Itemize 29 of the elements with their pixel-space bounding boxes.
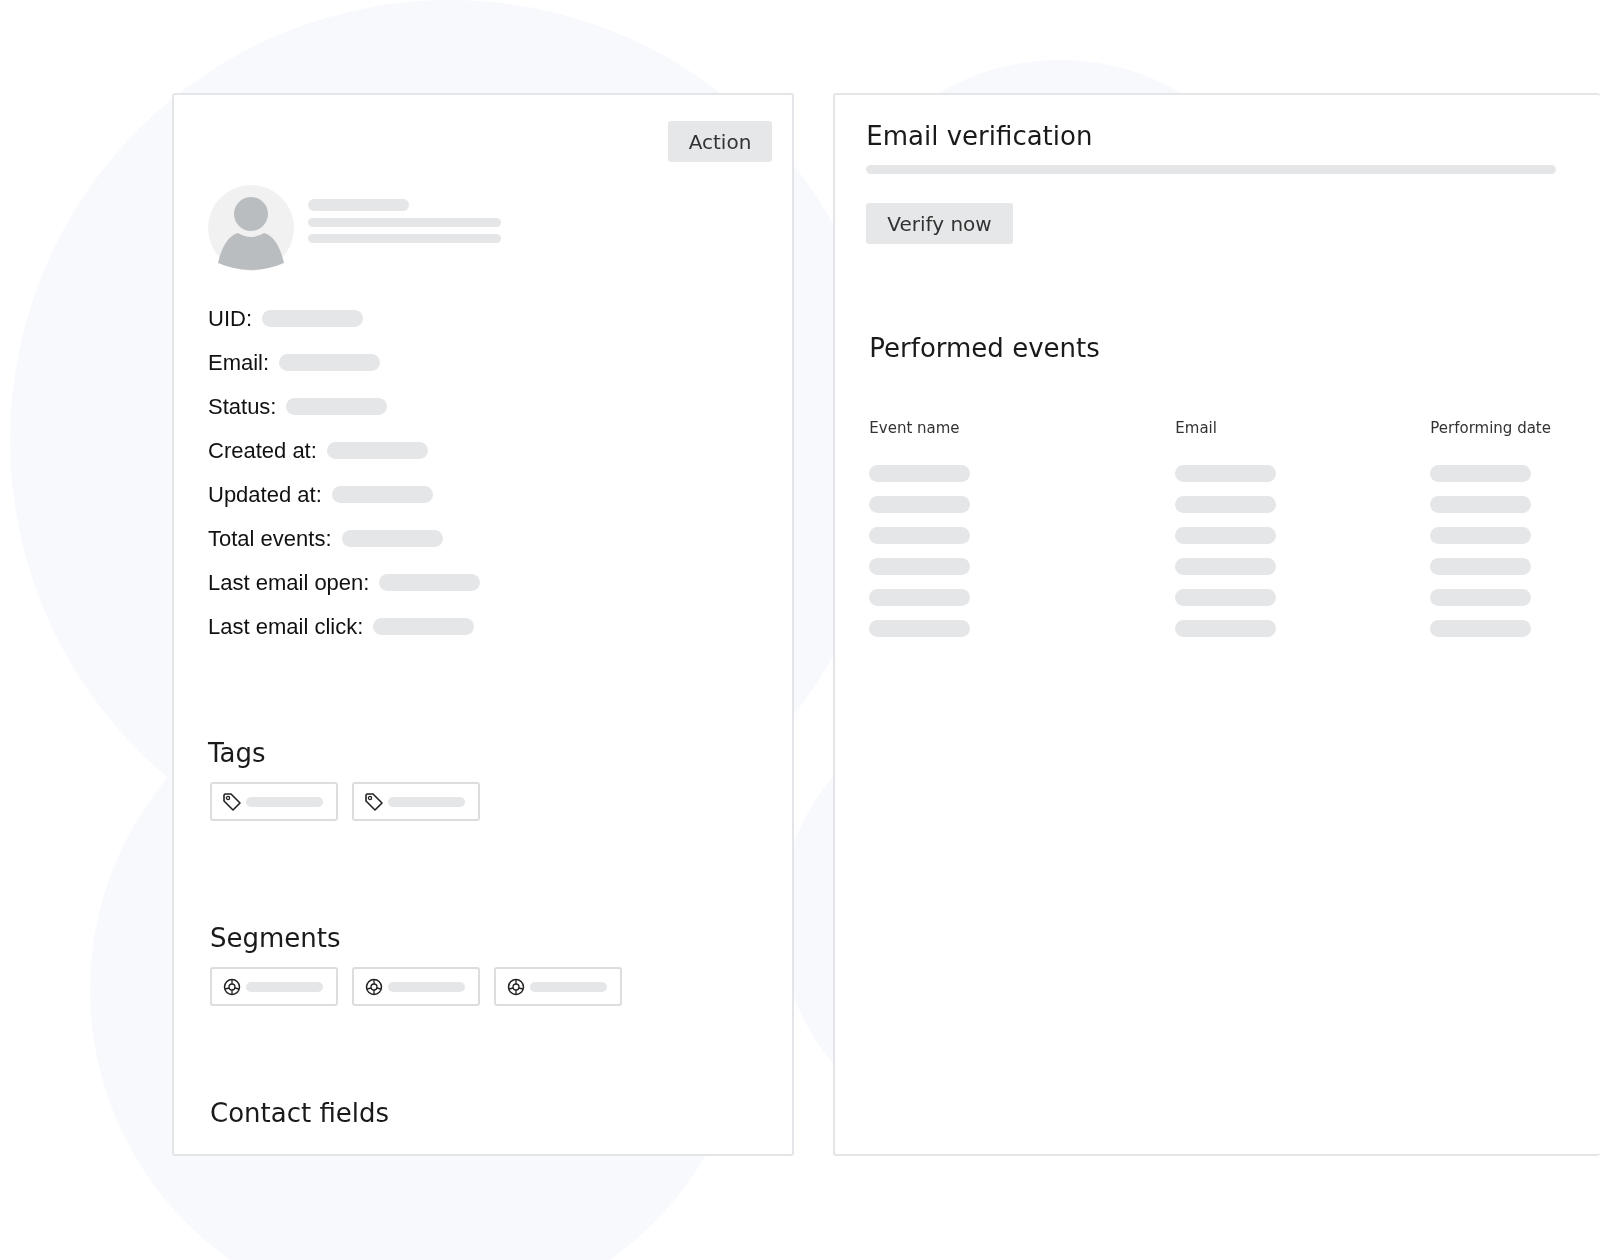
avatar-icon — [208, 185, 294, 271]
pie-icon — [506, 976, 526, 997]
verify-button[interactable]: Verify now — [866, 203, 1013, 244]
section-title: Segments — [210, 923, 342, 953]
action-button[interactable]: Action — [667, 121, 773, 162]
section-title: Tags — [208, 738, 267, 768]
section-title: Performed events — [869, 333, 1101, 363]
column-header: Event name — [869, 419, 961, 437]
field-label: Email: — [208, 349, 270, 376]
field-label: Created at: — [208, 437, 317, 464]
card-title: Email verification — [866, 121, 1094, 151]
column-header: Performing date — [1430, 419, 1552, 437]
tag-chip[interactable] — [210, 782, 338, 821]
field-label: Last email open: — [208, 569, 370, 596]
segment-chip[interactable] — [210, 967, 338, 1006]
tag-icon — [222, 791, 242, 812]
column-header: Email — [1175, 419, 1218, 437]
tag-icon — [364, 791, 384, 812]
field-label: Updated at: — [208, 481, 322, 508]
pie-icon — [364, 976, 384, 997]
field-label: Status: — [208, 393, 277, 420]
field-label: UID: — [208, 305, 252, 332]
pie-icon — [222, 976, 242, 997]
section-title: Contact fields — [210, 1098, 391, 1128]
field-label: Last email click: — [208, 613, 364, 640]
field-label: Total events: — [208, 525, 332, 552]
segment-chip[interactable] — [352, 967, 480, 1006]
tag-chip[interactable] — [352, 782, 480, 821]
segment-chip[interactable] — [494, 967, 622, 1006]
